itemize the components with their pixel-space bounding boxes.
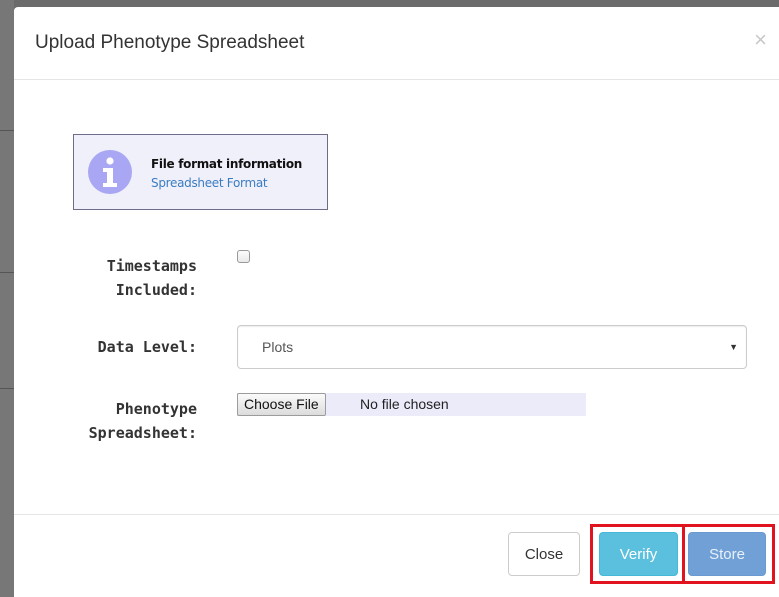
chevron-down-icon: ▼ [729,342,738,352]
data-level-label: Data Level: [97,338,197,356]
spreadsheet-label-line2: Spreadsheet: [88,424,197,442]
timestamps-label: Timestamps Included: [47,254,197,302]
upload-phenotype-modal: Upload Phenotype Spreadsheet × File form… [14,7,779,597]
choose-file-button[interactable]: Choose File [237,393,326,416]
data-level-select[interactable]: Plots ▼ [237,325,747,369]
info-icon [88,150,132,194]
phenotype-spreadsheet-label: Phenotype Spreadsheet: [47,397,197,445]
modal-backdrop [0,0,14,597]
modal-title: Upload Phenotype Spreadsheet [35,32,305,53]
verify-highlight-box [590,524,685,584]
info-title: File format information [151,157,303,171]
backdrop-divider [0,272,14,273]
file-format-info-box: File format information Spreadsheet Form… [73,134,328,210]
timestamps-checkbox[interactable] [237,250,250,263]
timestamps-label-line1: Timestamps [106,257,197,275]
modal-header: Upload Phenotype Spreadsheet × [14,7,779,80]
spreadsheet-label-line1: Phenotype [115,400,197,418]
backdrop-divider [0,388,14,389]
backdrop-divider [0,130,14,131]
file-status-text: No file chosen [360,396,449,412]
data-level-selected-value: Plots [262,339,294,355]
footer-divider [14,514,779,515]
close-icon[interactable]: × [754,29,767,51]
close-button[interactable]: Close [508,532,580,576]
spreadsheet-format-link[interactable]: Spreadsheet Format [151,176,268,190]
timestamps-label-line2: Included: [115,281,197,299]
store-highlight-box [682,524,775,584]
